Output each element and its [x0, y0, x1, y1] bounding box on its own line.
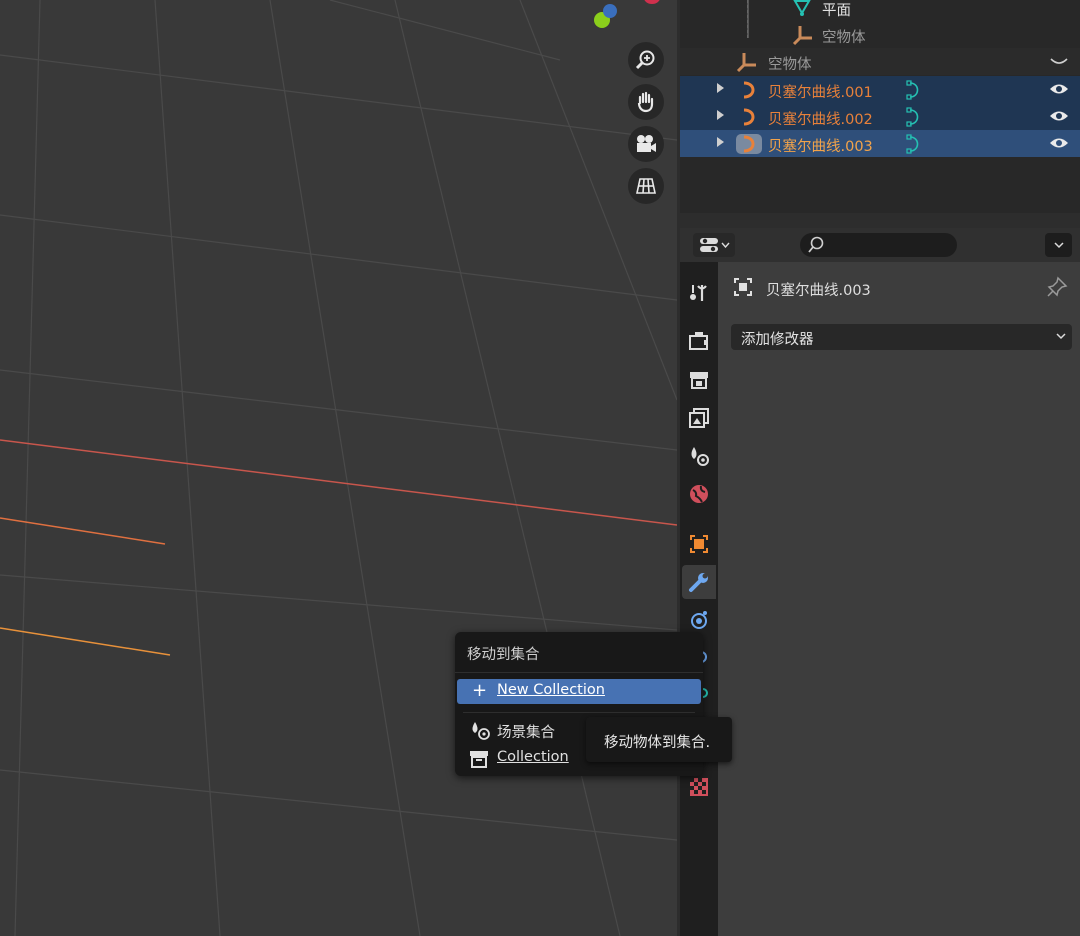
eye-icon[interactable] — [1049, 136, 1069, 150]
outliner[interactable]: 平面 空物体 空物体 贝塞尔曲线.001 贝塞尔曲线.002 贝塞尔曲线.003 — [680, 0, 1080, 213]
modifier-icon — [689, 573, 708, 592]
curve-data-icon[interactable] — [904, 80, 926, 100]
tab-modifier[interactable] — [682, 565, 716, 599]
world-icon — [690, 485, 708, 503]
chevron-down-icon — [720, 242, 730, 248]
outliner-label: 贝塞尔曲线.002 — [768, 112, 873, 128]
properties-panel — [718, 262, 1080, 936]
chevron-down-icon — [1053, 241, 1064, 248]
output-icon — [690, 372, 708, 389]
add-modifier-label: 添加修改器 — [741, 332, 814, 348]
menu-item-label: New Collection — [497, 682, 605, 698]
tooltip: 移动物体到集合. — [586, 717, 732, 762]
object-name: 贝塞尔曲线.003 — [766, 283, 871, 299]
gizmo-z-icon[interactable] — [603, 4, 617, 18]
tab-object[interactable] — [682, 527, 716, 561]
expand-arrow-icon[interactable] — [717, 137, 724, 147]
outliner-label: 空物体 — [768, 57, 812, 73]
outliner-row-curve-003[interactable]: 贝塞尔曲线.003 — [680, 130, 1080, 157]
eye-icon[interactable] — [1049, 82, 1069, 96]
curve-icon — [743, 81, 755, 99]
tooltip-text: 移动物体到集合. — [604, 735, 711, 751]
tool-icon — [690, 285, 707, 301]
particles-icon — [691, 611, 707, 629]
x-axis-line — [0, 439, 677, 526]
empty-icon — [736, 53, 756, 73]
empty-icon — [792, 26, 812, 46]
viewport-grid — [0, 0, 677, 936]
curve-icon — [743, 108, 755, 126]
search-icon — [808, 236, 824, 253]
hand-pan-icon[interactable] — [628, 84, 664, 120]
view-layer-icon — [689, 408, 709, 428]
curve-data-icon[interactable] — [904, 107, 926, 127]
scene-icon — [691, 447, 709, 466]
outliner-label: 贝塞尔曲线.003 — [768, 139, 873, 155]
outliner-row-empty[interactable]: 空物体 — [680, 48, 1080, 75]
collapse-chevron-icon[interactable] — [1049, 57, 1069, 67]
search-input[interactable] — [800, 233, 957, 257]
camera-view-icon[interactable] — [628, 126, 664, 162]
collection-icon — [470, 751, 488, 768]
outliner-row-curve-001[interactable]: 贝塞尔曲线.001 — [680, 76, 1080, 103]
curve-line — [0, 517, 166, 545]
editor-type-button[interactable] — [693, 233, 735, 257]
add-modifier-dropdown[interactable]: 添加修改器 — [731, 324, 1072, 350]
outliner-label: 空物体 — [822, 30, 866, 46]
tab-render[interactable] — [682, 324, 716, 358]
tab-output[interactable] — [682, 363, 716, 397]
options-button[interactable] — [1045, 233, 1072, 257]
3d-viewport[interactable] — [0, 0, 677, 936]
tab-scene[interactable] — [682, 439, 716, 473]
zoom-in-icon[interactable] — [628, 42, 664, 78]
properties-tab-bar — [680, 262, 718, 936]
outliner-row-curve-002[interactable]: 贝塞尔曲线.002 — [680, 103, 1080, 130]
menu-title: 移动到集合 — [467, 647, 540, 663]
tab-view-layer[interactable] — [682, 401, 716, 435]
plus-icon: + — [472, 680, 488, 701]
menu-divider — [463, 712, 695, 713]
mesh-data-icon — [793, 0, 811, 16]
tab-tool[interactable] — [682, 276, 716, 310]
expand-arrow-icon[interactable] — [717, 110, 724, 120]
outliner-row-empty-child[interactable]: 空物体 — [680, 21, 1080, 48]
curve-data-icon[interactable] — [904, 134, 926, 154]
curve-line — [0, 627, 171, 656]
eye-icon[interactable] — [1049, 109, 1069, 123]
outliner-row-mesh[interactable]: 平面 — [680, 0, 1080, 21]
outliner-label: 贝塞尔曲线.001 — [768, 85, 873, 101]
object-icon — [690, 535, 708, 553]
object-data-icon — [734, 278, 752, 296]
outliner-label: 平面 — [822, 3, 851, 19]
tab-world[interactable] — [682, 477, 716, 511]
pin-icon[interactable] — [1046, 276, 1068, 298]
curve-icon — [736, 134, 762, 154]
scene-collection-icon — [472, 722, 490, 740]
render-icon — [689, 332, 708, 350]
menu-divider — [455, 672, 703, 673]
menu-item-label: Collection — [497, 749, 569, 765]
menu-item-new-collection[interactable]: + New Collection — [457, 679, 701, 704]
properties-editor-icon — [699, 238, 718, 252]
menu-item-label: 场景集合 — [497, 725, 555, 741]
expand-arrow-icon[interactable] — [717, 83, 724, 93]
ortho-grid-icon[interactable] — [628, 168, 664, 204]
chevron-down-icon — [1056, 333, 1066, 340]
texture-icon — [690, 778, 708, 796]
